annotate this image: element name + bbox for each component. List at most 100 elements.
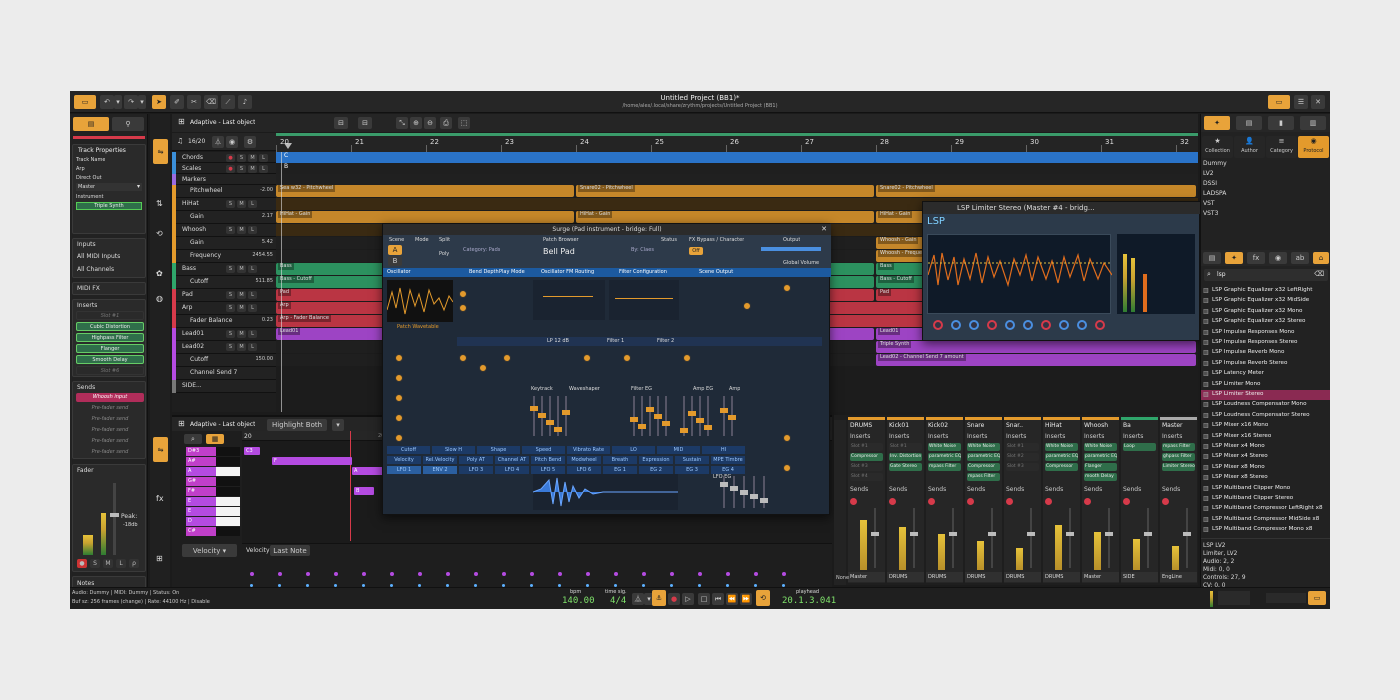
listen-button[interactable]: L (248, 200, 257, 208)
mixer-insert-slot[interactable]: mooth Delay (1084, 473, 1117, 481)
track-header[interactable]: SIDE... (172, 380, 276, 393)
browser-tab-author[interactable]: 👤 Author (1234, 136, 1265, 158)
surge-knob[interactable] (503, 354, 511, 362)
channel-output-dropdown[interactable]: DRUMS (965, 572, 1002, 582)
track-header[interactable]: Gain 5.42 (172, 237, 276, 250)
modulation-source-tab[interactable]: Pitch Bend (531, 456, 565, 464)
solo-button[interactable]: S (237, 154, 246, 162)
close-icon[interactable]: ✕ (821, 225, 827, 233)
track-header[interactable]: Pad S M L (172, 289, 276, 302)
plugin-list-item[interactable]: ▥ LSP Mixer x16 Stereo (1201, 432, 1330, 442)
plugin-list-item[interactable]: ▥ LSP Graphic Equalizer x32 Stereo (1201, 317, 1330, 327)
modulation-source-tab[interactable]: LO (612, 446, 655, 454)
record-button[interactable]: ● (226, 154, 235, 162)
loop-selection-button[interactable]: ⬚ (458, 117, 470, 129)
slider-handle[interactable] (646, 407, 654, 412)
insert-slot[interactable]: Slot #6 (76, 366, 144, 375)
velocity-handle[interactable] (530, 572, 534, 576)
modulation-source-tab[interactable]: Cutoff (387, 446, 430, 454)
mute-button[interactable]: M (237, 265, 246, 273)
modulation-source-tab[interactable]: Vibrato Rate (567, 446, 610, 454)
region[interactable]: Snare02 - Pitchwheel (576, 185, 874, 197)
mixer-insert-slot[interactable]: White Noise (967, 443, 1000, 451)
mixer-insert-slot[interactable]: Compressor (1045, 463, 1078, 471)
track-header[interactable]: Cutoff 150.00 (172, 354, 276, 367)
send-slot[interactable]: Whoosh input (76, 393, 144, 402)
slider-handle[interactable] (538, 413, 546, 418)
solo-button[interactable]: S (226, 226, 235, 234)
piano-key[interactable] (216, 457, 240, 466)
modulation-source-tab[interactable]: LFO 3 (459, 466, 493, 474)
lsp-plugin-window[interactable]: LSP Limiter Stereo (Master #4 - bridg...… (922, 201, 1201, 341)
piano-key-label[interactable]: A# (186, 457, 216, 466)
channel-output-dropdown[interactable]: DRUMS (887, 572, 924, 582)
browser-tab-category[interactable]: ≡ Category (1266, 136, 1297, 158)
record-button[interactable] (1006, 498, 1013, 505)
track-header[interactable]: Cutoff 511.85 (172, 276, 276, 289)
track-inspector-tab[interactable]: ▤ (73, 117, 109, 131)
plugin-list-item[interactable]: ▥ LSP Mixer x4 Mono (1201, 442, 1330, 452)
region[interactable]: HiHat - Gain (576, 211, 874, 223)
record-button[interactable] (1084, 498, 1091, 505)
fader-handle[interactable] (1105, 532, 1113, 536)
slider-handle[interactable] (562, 410, 570, 415)
track-header[interactable]: Gain 2.17 (172, 211, 276, 224)
plugin-list-item[interactable]: ▥ LSP Impulse Reverb Mono (1201, 348, 1330, 358)
automation-value[interactable]: -2.00 (260, 187, 273, 193)
playhead-value[interactable]: 20.1.3.041 (782, 596, 836, 606)
modulation-source-tab[interactable]: Expression (639, 456, 673, 464)
snap-icon[interactable]: ⇅ (156, 199, 163, 208)
quantize-options-button[interactable]: ⊟ (358, 117, 372, 129)
grid-icon[interactable]: ⊞ (178, 419, 185, 428)
buffer-status[interactable]: Buf sz: 256 frames (change) | Rate: 4410… (72, 599, 210, 605)
lfo-eg-slider[interactable] (740, 476, 748, 508)
favorites-icon[interactable]: ⌂ (1313, 252, 1329, 264)
modulation-source-tab[interactable]: Shape (477, 446, 520, 454)
slider-handle[interactable] (760, 498, 768, 503)
loop-icon[interactable]: ⟲ (756, 590, 770, 606)
mixer-channel[interactable]: Kick01 Inserts Slot #1 Inv. Distortion Gate … (887, 417, 924, 583)
record-button[interactable]: ● (77, 559, 87, 568)
surge-knob[interactable] (783, 434, 791, 442)
record-button[interactable] (1123, 498, 1130, 505)
mute-button[interactable]: M (248, 154, 257, 162)
lsp-knob[interactable] (933, 320, 943, 330)
surge-slider[interactable] (688, 396, 696, 436)
modulation-source-tab[interactable]: Breath (603, 456, 637, 464)
velocity-handle[interactable] (670, 572, 674, 576)
protocol-item[interactable]: VST (1203, 200, 1215, 207)
piano-key[interactable] (216, 447, 240, 456)
fader-handle[interactable] (1066, 532, 1074, 536)
channel-output-dropdown[interactable]: DRUMS (1004, 572, 1041, 582)
channel-output-dropdown[interactable]: Master (1082, 572, 1119, 582)
mixer-channel[interactable]: Snare Inserts White Noise parametric EQ Comp… (965, 417, 1002, 583)
insert-slot[interactable]: Highpass Filter (76, 333, 144, 342)
plugin-list-item[interactable]: ▥ LSP Impulse Reverb Stereo (1201, 359, 1330, 369)
chord-pack-tab[interactable]: ▥ (1300, 116, 1326, 130)
mixer-insert-slot[interactable]: White Noise (1084, 443, 1117, 451)
chord-label[interactable]: C (284, 152, 288, 159)
audition-tool-icon[interactable]: ♪ (238, 95, 252, 109)
channel-fader[interactable] (988, 508, 996, 568)
midi-filter-icon[interactable]: ab (1291, 252, 1309, 264)
direct-out-dropdown[interactable]: Master ▾ (76, 183, 142, 191)
solo-button[interactable]: S (237, 165, 246, 173)
mixer-insert-slot[interactable]: Slot #3 (1006, 463, 1039, 471)
velocity-handle[interactable] (334, 572, 338, 576)
mixer-insert-slot[interactable]: Compressor (967, 463, 1000, 471)
track-header[interactable]: Lead01 S M L (172, 328, 276, 341)
mixer-insert-slot[interactable]: Loop (1123, 443, 1156, 451)
close-icon[interactable]: ✕ (1311, 95, 1325, 109)
channel-fader[interactable] (910, 508, 918, 568)
mixer-channel[interactable]: DRUMS Inserts Slot #1 Compressor Slot #3 Slot… (848, 417, 885, 583)
surge-slider[interactable] (662, 396, 670, 436)
modulation-source-tab[interactable]: LFO 5 (531, 466, 565, 474)
mixer-insert-slot[interactable]: Slot #1 (1006, 443, 1039, 451)
surge-knob[interactable] (479, 364, 487, 372)
mixer-insert-slot[interactable]: Slot #4 (850, 473, 883, 481)
mixer-insert-slot[interactable]: parametric EQ (1045, 453, 1078, 461)
scene-a-button[interactable]: A (388, 245, 402, 255)
slider-handle[interactable] (704, 425, 712, 430)
redo-dropdown-icon[interactable]: ▾ (138, 95, 146, 109)
mixer-insert-slot[interactable]: ghpass Filter (1162, 453, 1195, 461)
